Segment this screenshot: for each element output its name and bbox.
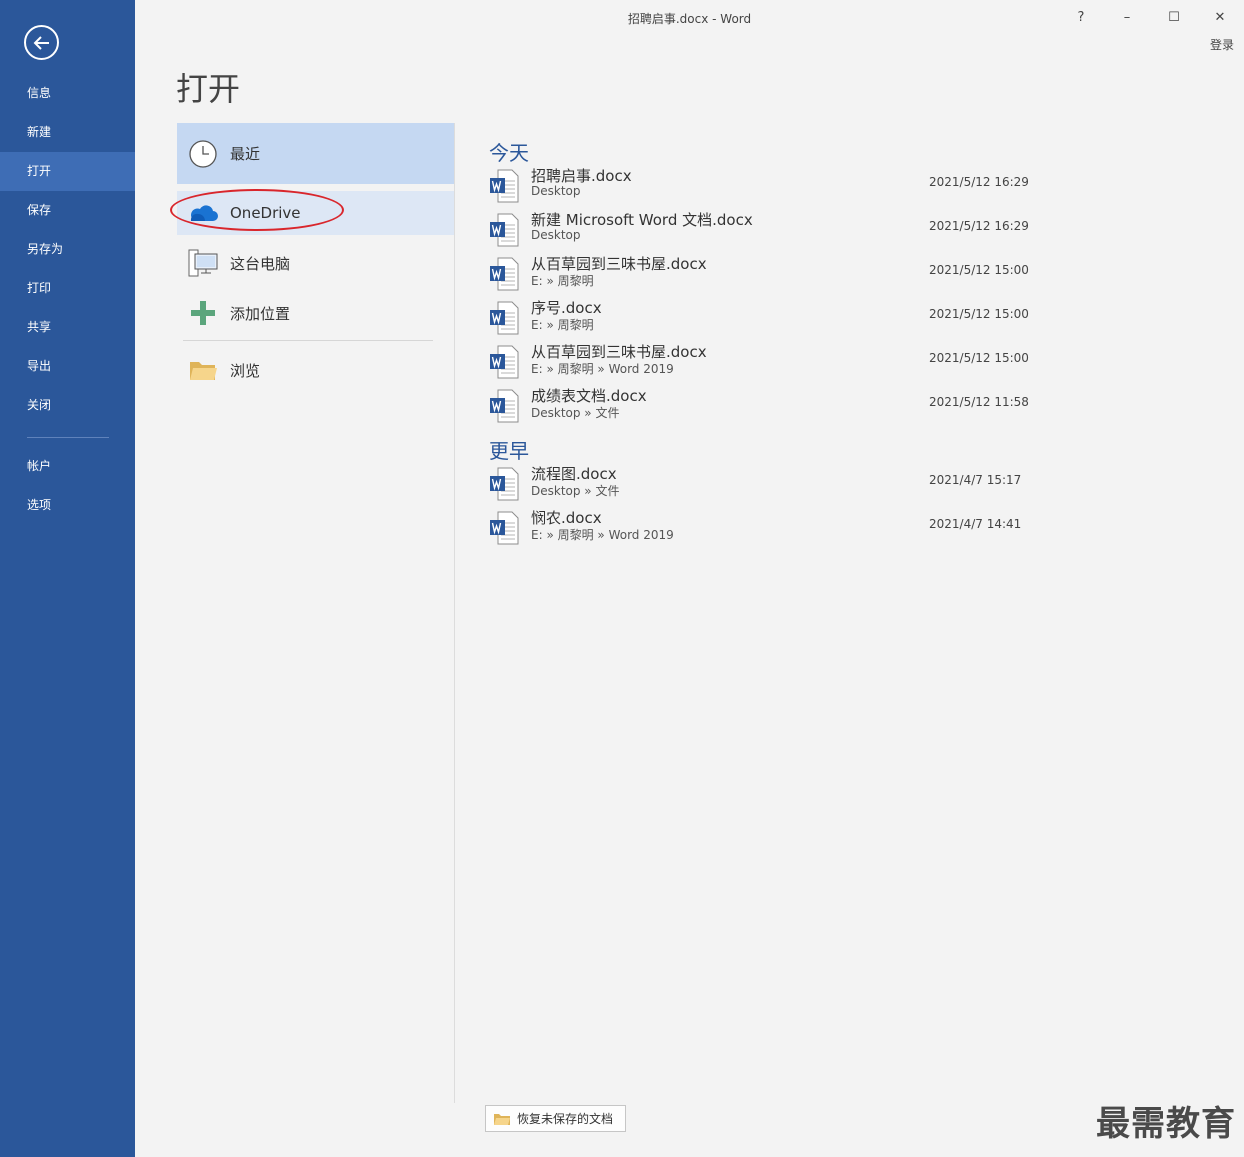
place-label: 这台电脑 bbox=[230, 254, 291, 273]
folder-icon bbox=[181, 358, 225, 382]
recent-file[interactable]: 招聘启事.docx Desktop 2021/5/12 16:29 bbox=[489, 165, 1049, 209]
nav-print[interactable]: 打印 bbox=[0, 269, 135, 308]
file-name: 悯农.docx bbox=[531, 509, 602, 527]
recover-unsaved-button[interactable]: 恢复未保存的文档 bbox=[485, 1105, 626, 1132]
nav-info[interactable]: 信息 bbox=[0, 74, 135, 113]
column-divider bbox=[454, 123, 455, 1103]
close-button[interactable]: ✕ bbox=[1205, 6, 1235, 28]
word-doc-icon bbox=[489, 257, 519, 295]
file-path: E: » 周黎明 bbox=[531, 318, 594, 332]
nav-account[interactable]: 帐户 bbox=[0, 447, 135, 486]
file-name: 流程图.docx bbox=[531, 465, 617, 483]
help-button[interactable]: ? bbox=[1066, 6, 1096, 28]
recent-file[interactable]: 悯农.docx E: » 周黎明 » Word 2019 2021/4/7 14… bbox=[489, 507, 1049, 551]
file-path: Desktop bbox=[531, 228, 581, 242]
highlight-ellipse bbox=[170, 189, 344, 231]
nav-new[interactable]: 新建 bbox=[0, 113, 135, 152]
file-name: 序号.docx bbox=[531, 299, 602, 317]
place-browse[interactable]: 浏览 bbox=[177, 348, 454, 392]
recover-label: 恢复未保存的文档 bbox=[517, 1112, 614, 1126]
file-date: 2021/5/12 15:00 bbox=[929, 263, 1029, 277]
minimize-button[interactable]: – bbox=[1112, 6, 1142, 28]
clock-icon bbox=[181, 139, 225, 169]
file-name: 从百草园到三味书屋.docx bbox=[531, 255, 707, 273]
file-path: E: » 周黎明 » Word 2019 bbox=[531, 528, 674, 542]
nav-save[interactable]: 保存 bbox=[0, 191, 135, 230]
file-date: 2021/5/12 11:58 bbox=[929, 395, 1029, 409]
file-path: Desktop » 文件 bbox=[531, 484, 620, 498]
word-doc-icon bbox=[489, 389, 519, 427]
plus-icon bbox=[181, 299, 225, 327]
file-date: 2021/5/12 15:00 bbox=[929, 351, 1029, 365]
nav-options[interactable]: 选项 bbox=[0, 486, 135, 525]
place-label: 浏览 bbox=[230, 361, 261, 380]
recent-file[interactable]: 序号.docx E: » 周黎明 2021/5/12 15:00 bbox=[489, 297, 1049, 341]
word-doc-icon bbox=[489, 213, 519, 251]
page-title: 打开 bbox=[176, 70, 241, 108]
section-today: 今天 bbox=[489, 141, 529, 165]
maximize-button[interactable]: ☐ bbox=[1159, 6, 1189, 28]
nav-close[interactable]: 关闭 bbox=[0, 386, 135, 425]
file-name: 招聘启事.docx bbox=[531, 167, 632, 185]
word-doc-icon bbox=[489, 345, 519, 383]
place-label: 添加位置 bbox=[230, 304, 291, 323]
file-path: E: » 周黎明 » Word 2019 bbox=[531, 362, 674, 376]
folder-icon bbox=[493, 1112, 511, 1126]
word-doc-icon bbox=[489, 169, 519, 207]
file-path: Desktop bbox=[531, 184, 581, 198]
word-doc-icon bbox=[489, 511, 519, 549]
file-date: 2021/5/12 16:29 bbox=[929, 175, 1029, 189]
title-bar: 招聘启事.docx - Word ? – ☐ ✕ bbox=[135, 0, 1244, 34]
nav-export[interactable]: 导出 bbox=[0, 347, 135, 386]
computer-icon bbox=[181, 248, 225, 278]
file-date: 2021/4/7 15:17 bbox=[929, 473, 1022, 487]
word-doc-icon bbox=[489, 301, 519, 339]
place-add-location[interactable]: 添加位置 bbox=[177, 291, 454, 335]
file-path: E: » 周黎明 bbox=[531, 274, 594, 288]
nav-divider bbox=[27, 437, 109, 438]
nav-share[interactable]: 共享 bbox=[0, 308, 135, 347]
watermark-logo: 最需教育 bbox=[1096, 1104, 1236, 1144]
recent-file[interactable]: 新建 Microsoft Word 文档.docx Desktop 2021/5… bbox=[489, 209, 1049, 253]
places-divider bbox=[183, 340, 433, 341]
word-doc-icon bbox=[489, 467, 519, 505]
signin-link[interactable]: 登录 bbox=[1210, 36, 1234, 53]
file-date: 2021/4/7 14:41 bbox=[929, 517, 1022, 531]
recent-file[interactable]: 流程图.docx Desktop » 文件 2021/4/7 15:17 bbox=[489, 463, 1049, 507]
section-earlier: 更早 bbox=[489, 439, 529, 463]
file-path: Desktop » 文件 bbox=[531, 406, 620, 420]
file-name: 成绩表文档.docx bbox=[531, 387, 647, 405]
nav-save-as[interactable]: 另存为 bbox=[0, 230, 135, 269]
file-name: 从百草园到三味书屋.docx bbox=[531, 343, 707, 361]
place-recent[interactable]: 最近 bbox=[177, 123, 454, 184]
file-date: 2021/5/12 16:29 bbox=[929, 219, 1029, 233]
place-label: 最近 bbox=[230, 145, 261, 163]
recent-file[interactable]: 从百草园到三味书屋.docx E: » 周黎明 2021/5/12 15:00 bbox=[489, 253, 1049, 297]
back-button[interactable] bbox=[24, 25, 59, 60]
back-arrow-icon bbox=[33, 35, 49, 50]
file-name: 新建 Microsoft Word 文档.docx bbox=[531, 211, 753, 229]
nav-open[interactable]: 打开 bbox=[0, 152, 135, 191]
backstage-nav: 信息 新建 打开 保存 另存为 打印 共享 导出 关闭 帐户 选项 bbox=[0, 0, 135, 1157]
recent-file[interactable]: 从百草园到三味书屋.docx E: » 周黎明 » Word 2019 2021… bbox=[489, 341, 1049, 385]
place-this-pc[interactable]: 这台电脑 bbox=[177, 241, 454, 285]
file-date: 2021/5/12 15:00 bbox=[929, 307, 1029, 321]
recent-file[interactable]: 成绩表文档.docx Desktop » 文件 2021/5/12 11:58 bbox=[489, 385, 1049, 429]
